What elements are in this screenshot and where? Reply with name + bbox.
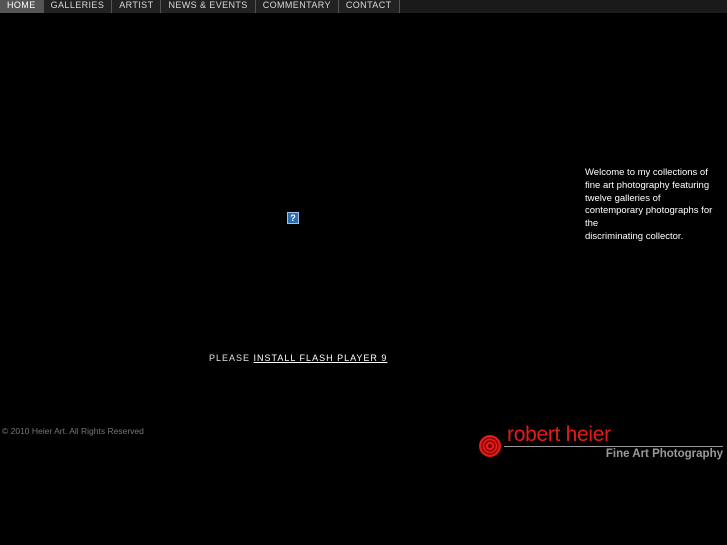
missing-plugin-icon[interactable]: ? [287, 212, 299, 224]
flash-install-notice: PLEASE INSTALL FLASH PLAYER 9 [209, 353, 387, 363]
nav-item-home[interactable]: HOME [0, 0, 44, 13]
page: HOME GALLERIES ARTIST NEWS & EVENTS COMM… [0, 0, 727, 545]
welcome-text: Welcome to my collections of fine art ph… [585, 167, 713, 242]
nav-item-galleries[interactable]: GALLERIES [43, 0, 113, 13]
top-nav: HOME GALLERIES ARTIST NEWS & EVENTS COMM… [0, 0, 727, 13]
install-flash-link[interactable]: INSTALL FLASH PLAYER 9 [254, 353, 388, 363]
nav-item-artist[interactable]: ARTIST [112, 0, 162, 13]
flash-notice-prefix: PLEASE [209, 353, 251, 363]
logo-divider [504, 446, 723, 447]
target-logo-icon [479, 435, 501, 457]
nav-item-commentary[interactable]: COMMENTARY [255, 0, 339, 13]
copyright-text: © 2010 Heier Art. All Rights Reserved [2, 426, 144, 436]
nav-item-news-events[interactable]: NEWS & EVENTS [161, 0, 256, 13]
logo-tagline: Fine Art Photography [605, 448, 723, 460]
nav-item-contact[interactable]: CONTACT [338, 0, 400, 13]
logo-name: robert heier [507, 423, 611, 446]
brand-logo[interactable]: robert heier Fine Art Photography [478, 423, 725, 465]
